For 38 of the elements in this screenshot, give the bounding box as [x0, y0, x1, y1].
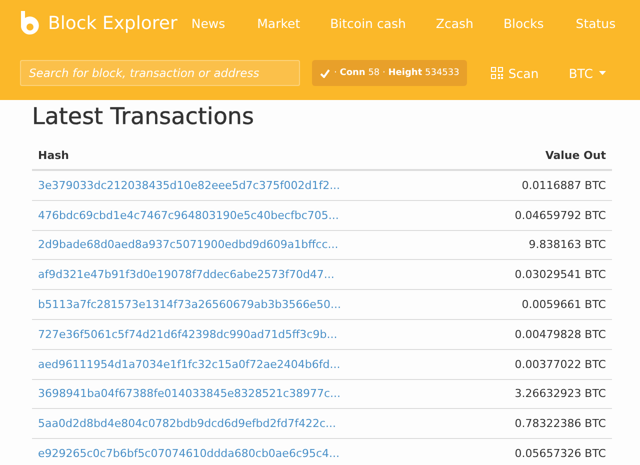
value-cell: 0.78322386 BTC [514, 417, 606, 430]
status-text: · Conn 58 · Height 534533 [334, 68, 460, 78]
value-cell: 0.00479828 BTC [514, 328, 606, 341]
hash-link[interactable]: b5113a7fc281573e1314f73a26560679ab3b3566e50... [38, 298, 341, 312]
column-header: Value Out [545, 148, 606, 162]
value-cell: 3.26632923 BTC [514, 387, 606, 400]
check-icon [320, 68, 330, 78]
value-cell: 0.05657326 BTC [514, 447, 606, 460]
hash-link[interactable]: aed96111954d1a7034e1f1fc32c15a0f72ae2404b6fd... [38, 358, 340, 371]
page-title: Latest Transactions [32, 104, 255, 130]
hash-link[interactable]: 727e36f5061c5f74d21d6f42398dc990ad71d5ff3c9b... [38, 328, 338, 341]
value-cell: 0.04659792 BTC [514, 208, 606, 222]
caret-icon [598, 71, 606, 75]
brand-name[interactable]: Block Explorer [48, 12, 178, 34]
hash-link[interactable]: e929265c0c7b6bf5c07074610ddda680cb0ae6c95c4... [38, 447, 340, 460]
nav-link[interactable]: Market [257, 16, 300, 30]
nav-link[interactable]: Blocks [503, 16, 544, 30]
nav-link[interactable]: Status [576, 16, 616, 30]
currency-dropdown[interactable]: BTC [568, 66, 606, 80]
hash-link[interactable]: 2d9bade68d0aed8a937c5071900edbd9d609a1bffcc... [38, 238, 338, 252]
search-field[interactable]: Search for block, transaction or address [20, 60, 300, 86]
scan-button[interactable]: Scan [491, 66, 539, 80]
hash-link[interactable]: 5aa0d2d8bd4e804c0782bdb9dcd6d9efbd2fd7f422c... [38, 417, 336, 430]
value-cell: 9.838163 BTC [528, 238, 606, 252]
column-header: Hash [38, 148, 70, 162]
hash-link[interactable]: af9d321e47b91f3d0e19078f7ddec6abe2573f70d47... [38, 268, 334, 282]
value-cell: 0.00377022 BTC [514, 358, 606, 371]
value-cell: 0.0059661 BTC [522, 298, 606, 312]
hash-link[interactable]: 476bdc69cbd1e4c7467c964803190e5c40becfbc705... [38, 208, 339, 222]
nav-link[interactable]: News [191, 16, 226, 30]
value-cell: 0.0116887 BTC [522, 178, 606, 192]
value-cell: 0.03029541 BTC [514, 268, 606, 282]
logo-icon [18, 10, 42, 36]
hash-link[interactable]: 3698941ba04f67388fe014033845e8328521c38977c... [38, 387, 341, 400]
qr-code-icon [491, 67, 504, 79]
hash-link[interactable]: 3e379033dc212038435d10e82eee5d7c375f002d1f2... [38, 178, 340, 192]
nav-link[interactable]: Bitcoin cash [330, 16, 406, 30]
nav-link[interactable]: Zcash [436, 16, 474, 30]
